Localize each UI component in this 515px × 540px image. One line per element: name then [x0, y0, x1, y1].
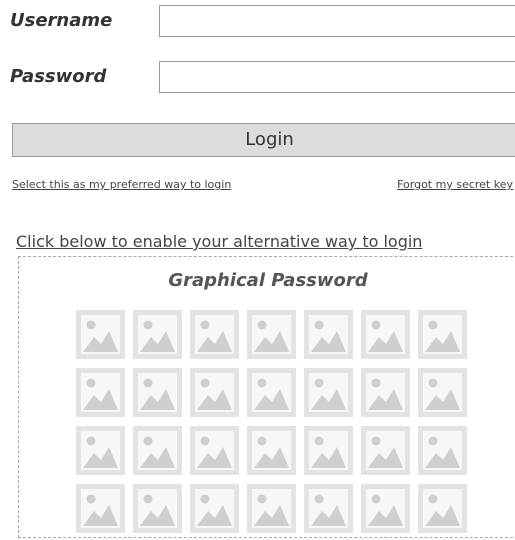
graphical-password-tile[interactable] [418, 310, 467, 359]
image-placeholder-icon [138, 431, 177, 470]
graphical-password-tile[interactable] [304, 426, 353, 475]
graphical-password-tile[interactable] [133, 484, 182, 533]
graphical-password-tile[interactable] [76, 310, 125, 359]
graphical-password-tile[interactable] [190, 484, 239, 533]
graphical-password-tile[interactable] [361, 310, 410, 359]
image-placeholder-icon [309, 489, 348, 528]
image-placeholder-icon [195, 373, 234, 412]
graphical-password-tile[interactable] [133, 426, 182, 475]
password-label: Password [10, 66, 107, 87]
graphical-password-tile[interactable] [133, 368, 182, 417]
graphical-password-grid [76, 310, 467, 533]
graphical-password-tile[interactable] [361, 368, 410, 417]
graphical-password-tile[interactable] [361, 426, 410, 475]
graphical-password-tile[interactable] [361, 484, 410, 533]
image-placeholder-icon [366, 373, 405, 412]
image-placeholder-icon [309, 315, 348, 354]
username-input[interactable] [159, 5, 515, 37]
graphical-password-tile[interactable] [247, 368, 296, 417]
graphical-password-tile[interactable] [304, 310, 353, 359]
image-placeholder-icon [195, 431, 234, 470]
image-placeholder-icon [423, 431, 462, 470]
image-placeholder-icon [81, 489, 120, 528]
username-label: Username [10, 10, 113, 31]
graphical-password-tile[interactable] [133, 310, 182, 359]
graphical-password-tile[interactable] [190, 426, 239, 475]
graphical-password-tile[interactable] [190, 310, 239, 359]
image-placeholder-icon [423, 315, 462, 354]
graphical-password-tile[interactable] [304, 368, 353, 417]
graphical-password-tile[interactable] [76, 484, 125, 533]
graphical-password-tile[interactable] [418, 484, 467, 533]
graphical-password-tile[interactable] [76, 426, 125, 475]
preferred-login-link[interactable]: Select this as my preferred way to login [12, 178, 231, 191]
image-placeholder-icon [309, 373, 348, 412]
login-button[interactable]: Login [12, 123, 515, 157]
image-placeholder-icon [366, 489, 405, 528]
image-placeholder-icon [423, 489, 462, 528]
image-placeholder-icon [252, 315, 291, 354]
image-placeholder-icon [252, 373, 291, 412]
image-placeholder-icon [138, 489, 177, 528]
graphical-password-tile[interactable] [304, 484, 353, 533]
image-placeholder-icon [423, 373, 462, 412]
graphical-password-tile[interactable] [76, 368, 125, 417]
image-placeholder-icon [366, 431, 405, 470]
graphical-password-tile[interactable] [418, 368, 467, 417]
image-placeholder-icon [81, 431, 120, 470]
image-placeholder-icon [81, 373, 120, 412]
password-input[interactable] [159, 61, 515, 93]
image-placeholder-icon [81, 315, 120, 354]
image-placeholder-icon [252, 431, 291, 470]
graphical-password-tile[interactable] [247, 426, 296, 475]
image-placeholder-icon [195, 315, 234, 354]
image-placeholder-icon [252, 489, 291, 528]
enable-alternative-login-link[interactable]: Click below to enable your alternative w… [16, 232, 422, 251]
graphical-password-tile[interactable] [418, 426, 467, 475]
image-placeholder-icon [309, 431, 348, 470]
graphical-password-tile[interactable] [247, 484, 296, 533]
image-placeholder-icon [138, 315, 177, 354]
image-placeholder-icon [195, 489, 234, 528]
image-placeholder-icon [138, 373, 177, 412]
graphical-password-tile[interactable] [247, 310, 296, 359]
image-placeholder-icon [366, 315, 405, 354]
graphical-password-tile[interactable] [190, 368, 239, 417]
graphical-password-title: Graphical Password [168, 270, 368, 291]
forgot-secret-key-link[interactable]: Forgot my secret key [397, 178, 513, 191]
